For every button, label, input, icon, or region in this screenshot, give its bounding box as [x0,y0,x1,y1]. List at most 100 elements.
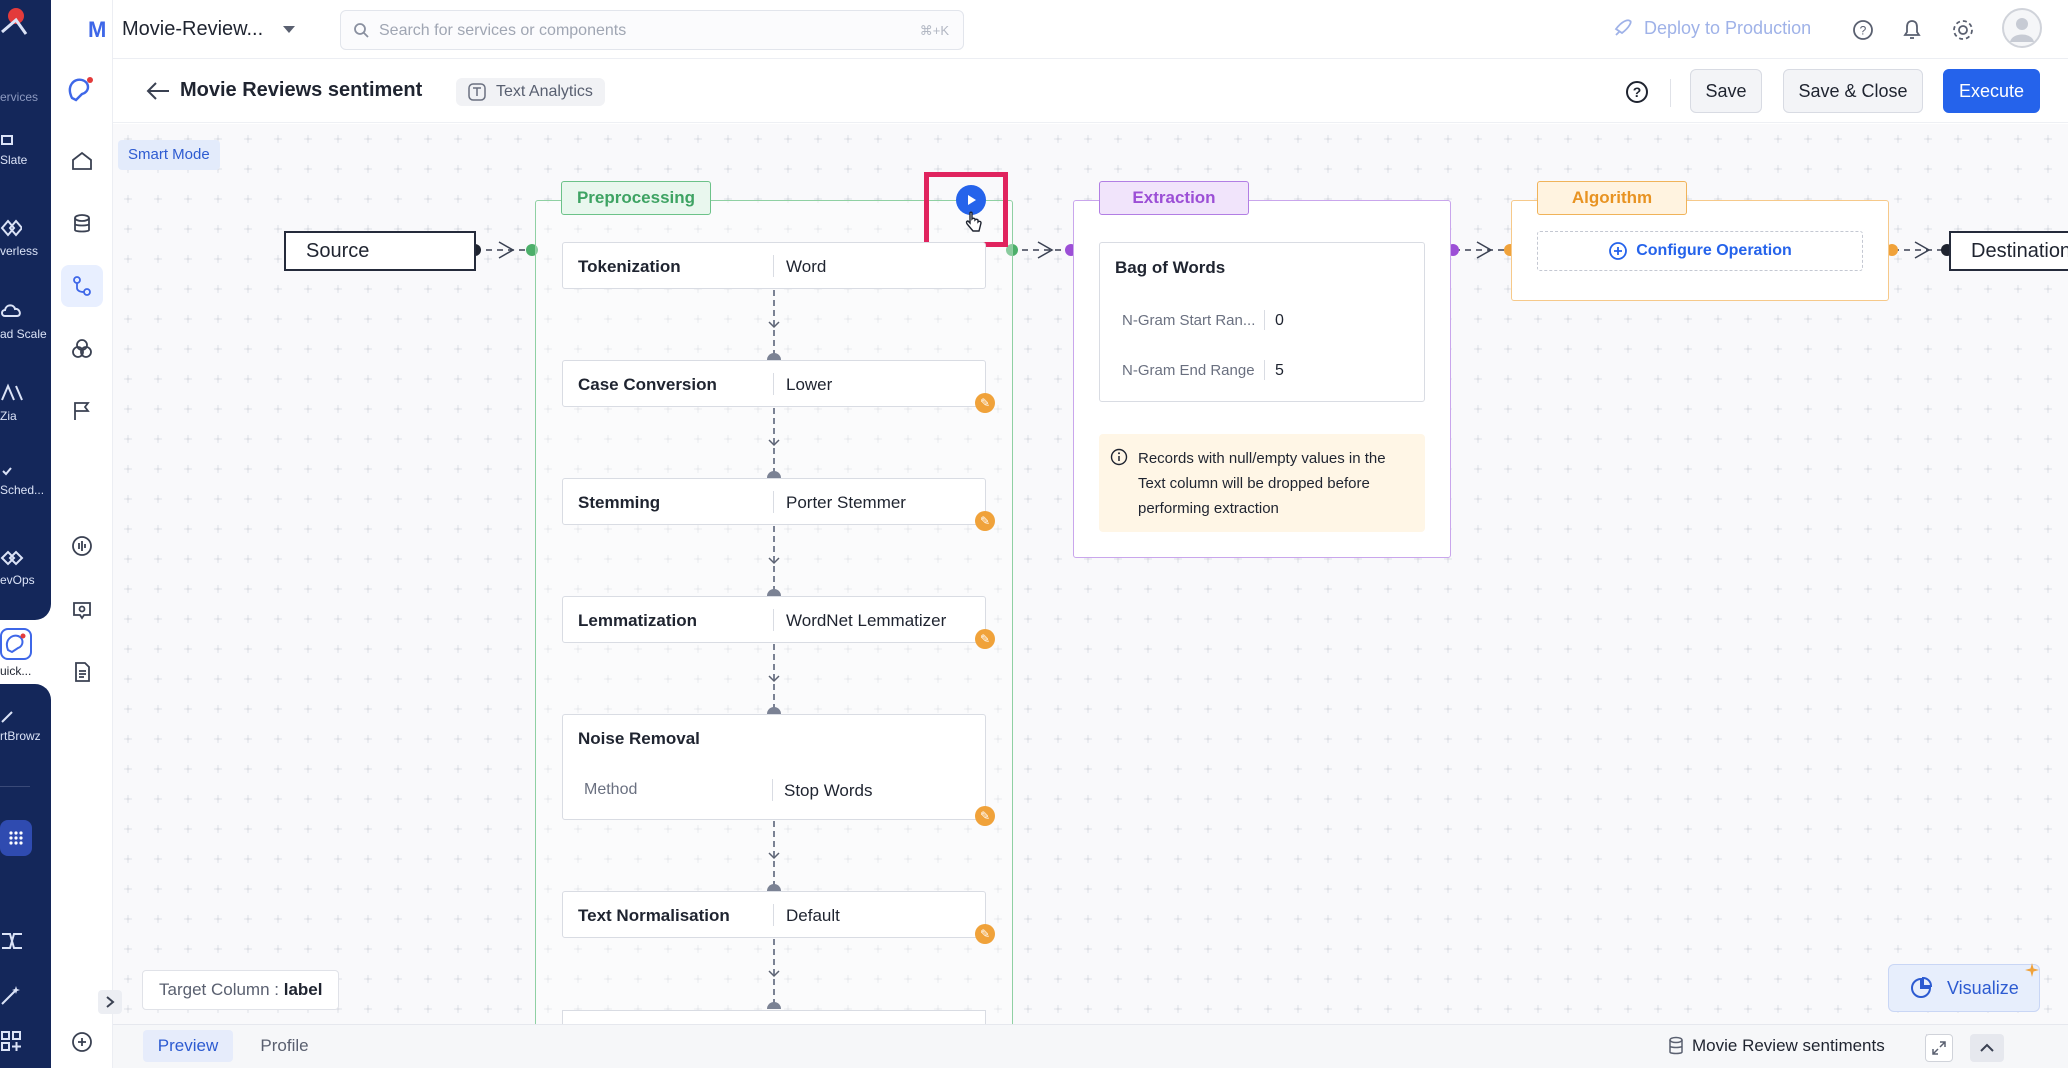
project-initial: M [88,17,107,42]
settings-gear-icon[interactable] [1951,18,1975,47]
operation-name: Lemmatization [578,611,698,630]
rail-item-cloud-scale[interactable]: ad Scale [0,300,47,341]
target-column-label: Target Column : [159,980,279,999]
notifications-bell-icon[interactable] [1901,18,1923,47]
rail-item-quickml-selected[interactable] [0,628,32,660]
add-circle-icon [1609,242,1628,260]
visualize-button[interactable]: Visualize [1888,964,2040,1012]
sidebar-monitoring-icon[interactable] [61,525,103,567]
rail-item-smartbrowz[interactable]: rtBrowz [0,710,41,743]
source-node[interactable]: Source [284,231,476,271]
rail-item-label: ad Scale [0,327,47,341]
save-button[interactable]: Save [1690,69,1762,113]
rail-item-scheduling[interactable]: Sched... [0,464,44,497]
stemming-wrench-icon[interactable]: ✎ [975,511,995,531]
lemmatization-wrench-icon[interactable]: ✎ [975,629,995,649]
catalyst-logo-icon [0,4,28,42]
help-icon[interactable]: ? [1852,19,1874,46]
operation-value: WordNet Lemmatizer [786,611,947,630]
page-title: Movie Reviews sentiment [180,79,423,101]
sidebar-endpoints-flag-icon[interactable] [61,390,103,432]
rail-item-slate[interactable]: Slate [0,134,27,167]
visualize-label: Visualize [1947,977,2019,998]
ngram-start-label: N-Gram Start Ran... [1122,312,1256,329]
target-column-indicator: Target Column : label [142,970,340,1010]
execute-button[interactable]: Execute [1943,69,2040,113]
operation-name: Stemming [578,493,661,512]
project-switcher[interactable]: Movie-Review... [122,18,263,41]
configure-operation-label: Configure Operation [1636,242,1792,259]
text-type-icon [468,83,486,111]
source-label: Source [306,239,370,262]
operation-value: Porter Stemmer [786,493,906,512]
sidebar-home-icon[interactable] [61,140,103,182]
cloud-icon [0,300,47,327]
deploy-to-production-button[interactable]: Deploy to Production [1644,18,1811,39]
tab-preview[interactable]: Preview [143,1030,233,1062]
rail-divider [0,786,30,787]
sidebar-add-icon[interactable] [61,1021,103,1063]
ngram-end-value: 5 [1275,362,1284,379]
expand-panel-chevron-icon[interactable] [98,990,122,1014]
project-dropdown-chevron-icon[interactable] [282,22,296,40]
pipeline-type-tag: Text Analytics [456,78,605,106]
sidebar-models-icon[interactable] [61,328,103,370]
configure-operation-button[interactable]: Configure Operation [1537,231,1863,271]
header-help-icon[interactable]: ? [1625,80,1649,109]
serverless-icon [0,217,38,244]
sidebar-docs-icon[interactable] [61,651,103,693]
rail-item-label: Slate [0,153,28,167]
info-note-text: Records with null/empty values in the Te… [1138,450,1386,517]
operation-name: Tokenization [578,257,681,276]
schedule-icon [0,464,44,483]
rail-magic-wand-icon[interactable] [0,984,22,1011]
rail-item-serverless[interactable]: verless [0,217,38,258]
search-icon [353,22,369,43]
sidebar-guide-icon[interactable] [61,589,103,631]
header-divider [1670,79,1671,107]
pie-chart-icon [1911,976,1933,998]
save-and-close-button[interactable]: Save & Close [1783,69,1923,113]
cursor-pointer-icon [965,211,983,238]
rail-item-zia[interactable]: Zia [0,382,24,423]
rail-item-devops[interactable]: evOps [0,548,35,587]
bag-of-words-card[interactable]: Bag of Words N-Gram Start Ran... 0 N-Gra… [1099,242,1425,402]
apps-grid-icon[interactable] [0,820,32,856]
text-normalisation-wrench-icon[interactable]: ✎ [975,924,995,944]
collapse-panel-chevron-up-icon[interactable] [1970,1034,2004,1062]
operation-card-tokenization[interactable]: Tokenization Word [562,242,986,289]
sidebar-pipelines-icon[interactable] [61,265,103,307]
pipeline-type-label: Text Analytics [496,83,593,100]
back-arrow-icon[interactable] [145,80,171,107]
algorithm-header[interactable]: Algorithm [1537,181,1687,215]
bag-of-words-title: Bag of Words [1115,258,1226,277]
rail-item-quickml-label: uick... [0,664,32,678]
rail-add-app-icon[interactable] [0,1030,22,1057]
rail-item-label: evOps [0,573,35,587]
rail-item-services-label: ervices [0,90,39,104]
info-icon [1110,448,1128,471]
sidebar-datasets-icon[interactable] [61,203,103,245]
operation-value: Lower [786,375,833,394]
rail-item-label: Zia [0,409,17,423]
tab-profile[interactable]: Profile [247,1030,322,1062]
user-avatar[interactable] [2002,8,2042,48]
global-search-input[interactable]: Search for services or components ⌘+K [340,10,964,50]
noise-removal-wrench-icon[interactable]: ✎ [975,806,995,826]
dataset-icon [1667,1036,1685,1061]
rail-item-label: verless [0,244,39,258]
rocket-icon [1612,17,1634,44]
svg-text:?: ? [1633,84,1642,100]
expand-icon[interactable] [1925,1034,1953,1062]
rail-connections-icon[interactable] [0,930,24,957]
rail-item-label: rtBrowz [0,729,41,743]
target-column-value: label [283,980,323,999]
destination-node[interactable]: Destination [1949,231,2068,271]
case-conversion-wrench-icon[interactable]: ✎ [975,393,995,413]
search-placeholder: Search for services or components [379,22,627,39]
operation-name: Text Normalisation [578,906,730,925]
extraction-header[interactable]: Extraction [1099,181,1249,215]
operation-value: Default [786,906,840,925]
operation-name: Noise Removal [578,729,700,748]
preprocessing-header[interactable]: Preprocessing [561,181,711,215]
